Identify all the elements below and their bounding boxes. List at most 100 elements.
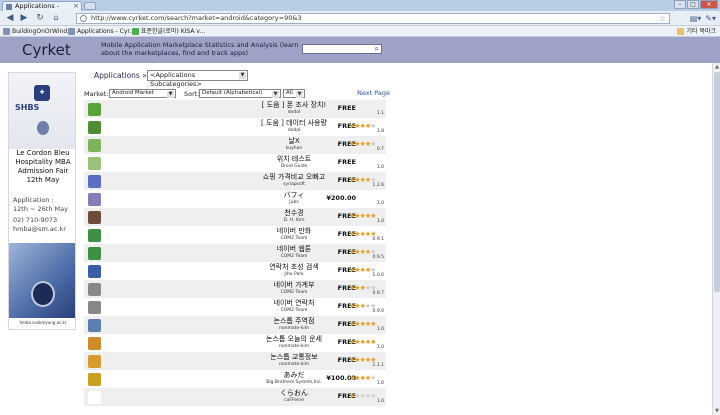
price-filter-select[interactable]: All ▼: [283, 89, 305, 98]
star-icon[interactable]: ☆: [659, 14, 666, 23]
app-version: 1.8: [376, 129, 384, 134]
subcategory-select[interactable]: <Applications Subcategories> ▼: [147, 70, 248, 88]
search-input[interactable]: ⌕: [302, 44, 382, 54]
page-menu-icon[interactable]: ▤▾: [690, 13, 702, 24]
app-row[interactable]: 연락처 초성 검색 Jiho Park FREE ★★★★★ 1.0.0: [84, 262, 386, 280]
toolbar-right-buttons: ▤▾ ✎▾: [690, 13, 716, 24]
ad-headline: Le Cordon Bleu Hospitality MBA Admission…: [15, 149, 71, 184]
app-row[interactable]: 천수경 D. H. Kim FREE ★★★★★ 1.0: [84, 208, 386, 226]
app-row[interactable]: [ 도움 ] 폰 조사 장치! dodol FREE 1.1: [84, 100, 386, 118]
address-bar[interactable]: http://www.cyrket.com/search?market=andr…: [76, 13, 670, 24]
reload-icon[interactable]: ↻: [34, 13, 46, 24]
app-icon[interactable]: [88, 247, 101, 260]
app-icon[interactable]: [88, 283, 101, 296]
folder-icon: [677, 28, 685, 35]
app-name[interactable]: 위치 테스트: [204, 155, 384, 164]
app-version: 1.0: [376, 219, 384, 224]
app-icon[interactable]: [88, 337, 101, 350]
app-icon[interactable]: [88, 211, 101, 224]
app-name[interactable]: バフィ: [204, 191, 384, 200]
next-page-link[interactable]: Next Page: [357, 89, 390, 97]
app-icon[interactable]: [88, 391, 101, 404]
app-icon[interactable]: [88, 175, 101, 188]
app-row[interactable]: 날X kuyhan FREE ★★★★★ 0.7: [84, 136, 386, 154]
minimize-icon[interactable]: –: [674, 0, 686, 9]
app-icon[interactable]: [88, 229, 101, 242]
globe-icon: [80, 15, 87, 22]
app-icon[interactable]: [88, 373, 101, 386]
back-icon[interactable]: ◀: [4, 13, 16, 24]
ad-brand: SHBS: [15, 103, 40, 112]
app-icon[interactable]: [88, 355, 101, 368]
chevron-down-icon: ▼: [272, 91, 279, 98]
app-version: 0.9.5: [372, 255, 384, 260]
vertical-scrollbar[interactable]: ▲ ▼: [712, 63, 720, 415]
app-version: 1.0: [376, 381, 384, 386]
app-row[interactable]: 논스톱 교통정보 nonmate-kim FREE ★★★★★ 1.1.1: [84, 352, 386, 370]
close-window-icon[interactable]: ×: [700, 0, 718, 9]
favicon-icon: [6, 4, 12, 10]
market-select[interactable]: Android Market ▼: [109, 89, 176, 98]
ad-image: [9, 243, 75, 318]
app-row[interactable]: バフィ Jubs ¥200.00 1.0: [84, 190, 386, 208]
ad-banner-top: ✚ SHBS: [9, 73, 75, 149]
maximize-icon[interactable]: □: [687, 0, 699, 9]
window-controls: – □ ×: [674, 0, 718, 9]
app-row[interactable]: 논스톱 오늘의 운세 nonmate-kim FREE ★★★★★ 1.0: [84, 334, 386, 352]
app-version: 1.2.6: [372, 183, 384, 188]
app-version: 1.0: [376, 201, 384, 206]
wrench-icon[interactable]: ✎▾: [705, 13, 716, 24]
app-row[interactable]: あみだ Big Brothers System,Inc. ¥100.00 ★★★★★ 1…: [84, 370, 386, 388]
other-bookmarks[interactable]: 기타 북마크: [677, 27, 716, 36]
app-version: 1.1: [376, 111, 384, 116]
app-version: 1.1.1: [372, 363, 384, 368]
close-tab-icon[interactable]: ×: [73, 2, 79, 11]
university-seal-icon: [37, 121, 49, 135]
app-icon[interactable]: [88, 157, 101, 170]
bookmark-item[interactable]: 표준한글(로마) KISA v...: [132, 27, 205, 36]
app-icon[interactable]: [88, 139, 101, 152]
browser-tab-active[interactable]: Applications - Cyrket ×: [2, 1, 82, 19]
app-row[interactable]: 위치 테스트 Droid Guide FREE 1.0: [84, 154, 386, 172]
breadcrumb[interactable]: Applications »: [94, 71, 147, 81]
app-version: 0.9.7: [372, 291, 384, 296]
scrollbar-thumb[interactable]: [714, 72, 720, 292]
site-logo[interactable]: Cyrket: [22, 41, 71, 59]
app-row[interactable]: くらおん caFFeine FREE ★★★★★ 1.0: [84, 388, 386, 406]
bookmark-icon: [3, 28, 10, 35]
home-icon[interactable]: ⌂: [50, 13, 62, 24]
app-row[interactable]: 네이버 연락처 COM2 Team FREE ★★★★★ 0.9.0: [84, 298, 386, 316]
browser-titlebar: Applications - Cyrket × – □ ×: [0, 0, 720, 19]
app-icon[interactable]: [88, 319, 101, 332]
ad-footer-link[interactable]: hmba.sookmyung.ac.kr: [9, 320, 75, 329]
app-row[interactable]: 네이버 가계부 COM2 Team FREE ★★★★★ 0.9.7: [84, 280, 386, 298]
app-row[interactable]: 논스톱 주역점 nonmate-kim FREE ★★★★★ 1.0: [84, 316, 386, 334]
new-tab-button[interactable]: [84, 2, 96, 10]
app-icon[interactable]: [88, 265, 101, 278]
app-icon[interactable]: [88, 103, 101, 116]
bookmarks-bar: BuildingOnOrWind... Applications - Cyr..…: [0, 26, 720, 37]
scroll-up-icon[interactable]: ▲: [713, 63, 720, 71]
sort-select[interactable]: Default (Alphabetical) ▼: [199, 89, 281, 98]
app-developer: dodol: [287, 110, 301, 115]
bookmark-item[interactable]: Applications - Cyr...: [68, 27, 135, 36]
scroll-down-icon[interactable]: ▼: [713, 407, 720, 415]
sidebar-advertisement[interactable]: ✚ SHBS Le Cordon Bleu Hospitality MBA Ad…: [8, 72, 76, 330]
app-row[interactable]: [ 도움 ] 데이터 사용량 dodol FREE ★★★★★ 1.8: [84, 118, 386, 136]
site-header: Cyrket Mobile Application Marketplace St…: [0, 37, 720, 63]
bookmark-item[interactable]: BuildingOnOrWind...: [3, 27, 73, 36]
app-row[interactable]: 네이버 만화 COM2 Team FREE ★★★★★ 0.9.1: [84, 226, 386, 244]
app-icon[interactable]: [88, 121, 101, 134]
forward-icon[interactable]: ▶: [18, 13, 30, 24]
search-icon[interactable]: ⌕: [375, 44, 379, 54]
app-name[interactable]: [ 도움 ] 폰 조사 장치!: [204, 101, 384, 110]
app-row[interactable]: 쇼핑 가격비교 오빠고 synapsoft FREE ★★★★★ 1.2.6: [84, 172, 386, 190]
app-icon[interactable]: [88, 193, 101, 206]
app-version: 1.0.0: [372, 273, 384, 278]
app-version: 0.9.0: [372, 309, 384, 314]
chevron-down-icon: ▼: [167, 91, 174, 98]
app-icon[interactable]: [88, 301, 101, 314]
site-tagline: Mobile Application Marketplace Statistic…: [101, 41, 299, 57]
app-price: FREE: [337, 104, 356, 112]
app-row[interactable]: 네이버 웹툰 COM2 Team FREE ★★★★★ 0.9.5: [84, 244, 386, 262]
